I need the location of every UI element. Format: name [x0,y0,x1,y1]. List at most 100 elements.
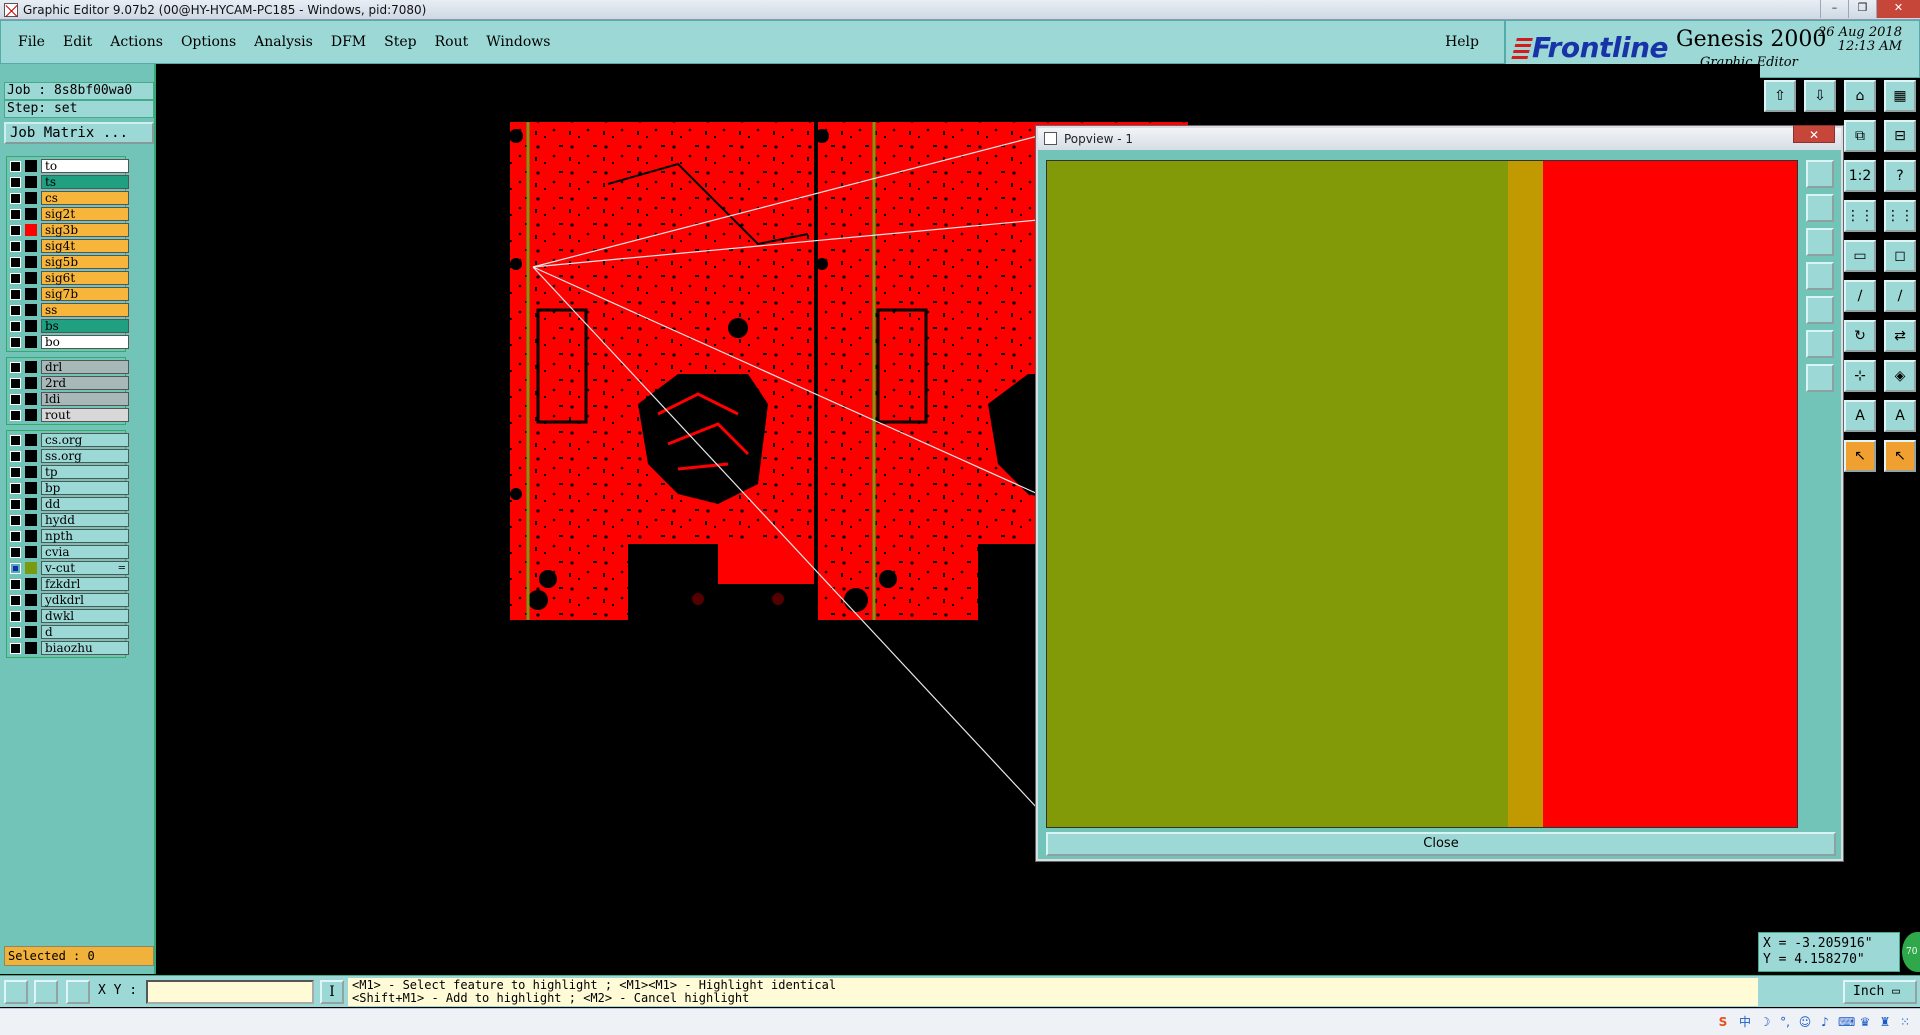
house-button[interactable]: ⌂ [1844,80,1876,112]
menu-edit[interactable]: Edit [54,20,101,64]
layer-color-swatch[interactable] [25,304,37,316]
layer-checkbox[interactable] [10,320,21,332]
layer-row[interactable]: ts [7,174,129,190]
layer-row[interactable]: npth [7,528,129,544]
layer-name[interactable]: cvia [41,545,129,559]
layer-checkbox[interactable] [10,393,21,405]
layer-name[interactable]: v-cut = [41,561,129,575]
menu-help[interactable]: Help [1436,20,1488,64]
layer-color-swatch[interactable] [25,562,37,574]
layer-row[interactable]: sig3b [7,222,129,238]
layer-checkbox[interactable] [10,377,21,389]
punctuation-icon[interactable]: °, [1778,1015,1792,1029]
layer-row[interactable]: dwkl [7,608,129,624]
layer-checkbox[interactable] [10,240,21,252]
layer-row[interactable]: ydkdrl [7,592,129,608]
layer-name[interactable]: cs.org [41,433,129,447]
layer-color-swatch[interactable] [25,160,37,172]
layer-row[interactable]: sig5b [7,254,129,270]
layer-checkbox[interactable] [10,361,21,373]
minimize-button[interactable]: – [1820,0,1848,18]
grid-tray-icon[interactable]: ⁙ [1898,1015,1912,1029]
layer-checkbox[interactable] [10,578,21,590]
layer-checkbox[interactable] [10,498,21,510]
shirt-icon[interactable]: ♜ [1878,1015,1892,1029]
outline-button[interactable]: ◻ [1884,240,1916,272]
menu-step[interactable]: Step [375,20,425,64]
layer-color-swatch[interactable] [25,256,37,268]
measure-button[interactable]: ⊹ [1844,360,1876,392]
layer-name[interactable]: d [41,625,129,639]
layer-row[interactable]: d [7,624,129,640]
layer-row[interactable]: fzkdrl [7,576,129,592]
text-b-button[interactable]: A [1884,400,1916,432]
layer-name[interactable]: hydd [41,513,129,527]
maximize-button[interactable]: ❐ [1848,0,1876,18]
draw-mode-button[interactable] [4,980,28,1004]
menu-dfm[interactable]: DFM [322,20,375,64]
layer-checkbox[interactable] [10,514,21,526]
menu-windows[interactable]: Windows [477,20,559,64]
layer-name[interactable]: rout [41,408,129,422]
skin-icon[interactable]: ♛ [1858,1015,1872,1029]
window-titlebar[interactable]: Graphic Editor 9.07b2 (00@HY-HYCAM-PC185… [0,0,1920,20]
layer-color-swatch[interactable] [25,482,37,494]
ruler-button[interactable]: ▭ [1844,240,1876,272]
layer-name[interactable]: bp [41,481,129,495]
layer-color-swatch[interactable] [25,409,37,421]
layer-checkbox[interactable] [10,224,21,236]
layers-b-button[interactable]: ⋮⋮ [1884,200,1916,232]
layer-name[interactable]: drl [41,360,129,374]
layer-checkbox[interactable] [10,594,21,606]
layer-checkbox[interactable] [10,336,21,348]
layer-checkbox[interactable] [10,176,21,188]
xy-input[interactable] [146,980,314,1004]
menu-analysis[interactable]: Analysis [245,20,322,64]
layer-row[interactable]: biaozhu [7,640,129,656]
popview-zoom-in-button[interactable] [1806,194,1834,222]
layer-checkbox[interactable] [10,530,21,542]
layer-checkbox[interactable] [10,409,21,421]
layer-row[interactable]: sig4t [7,238,129,254]
layer-checkbox[interactable] [10,466,21,478]
popview-fit-button[interactable] [1806,330,1834,358]
popview-pan-alt-button[interactable] [1806,296,1834,324]
layer-row[interactable]: rout [7,407,129,423]
layer-color-swatch[interactable] [25,192,37,204]
import-button[interactable]: ⇩ [1804,80,1836,112]
layer-color-swatch[interactable] [25,546,37,558]
layer-name[interactable]: dd [41,497,129,511]
layer-name[interactable]: npth [41,529,129,543]
layer-color-swatch[interactable] [25,393,37,405]
mic-icon[interactable]: ♪ [1818,1015,1832,1029]
layer-color-swatch[interactable] [25,498,37,510]
layer-color-swatch[interactable] [25,224,37,236]
layer-color-swatch[interactable] [25,377,37,389]
layer-name[interactable]: biaozhu [41,641,129,655]
layer-name[interactable]: sig5b [41,255,129,269]
layer-name[interactable]: sig4t [41,239,129,253]
ime-logo-icon[interactable]: S [1716,1015,1730,1029]
popview-zoom-out-button[interactable] [1806,228,1834,256]
layer-row[interactable]: tp [7,464,129,480]
line-red-button[interactable]: ∕ [1844,280,1876,312]
layer-checkbox[interactable] [10,256,21,268]
layer-name[interactable]: 2rd [41,376,129,390]
layer-checkbox[interactable] [10,642,21,654]
layer-color-swatch[interactable] [25,361,37,373]
layer-checkbox[interactable] [10,610,21,622]
layer-checkbox[interactable] [10,434,21,446]
layer-row[interactable]: v-cut = [7,560,129,576]
layer-name[interactable]: to [41,159,129,173]
layer-color-swatch[interactable] [25,594,37,606]
layer-row[interactable]: sig6t [7,270,129,286]
layer-row[interactable]: sig2t [7,206,129,222]
window-layout-button[interactable]: ⧉ [1844,120,1876,152]
moon-icon[interactable]: ☽ [1758,1015,1772,1029]
layer-color-swatch[interactable] [25,176,37,188]
layer-checkbox[interactable] [10,272,21,284]
layer-row[interactable]: ss [7,302,129,318]
layer-checkbox[interactable] [10,546,21,558]
menu-options[interactable]: Options [172,20,245,64]
layer-color-swatch[interactable] [25,434,37,446]
